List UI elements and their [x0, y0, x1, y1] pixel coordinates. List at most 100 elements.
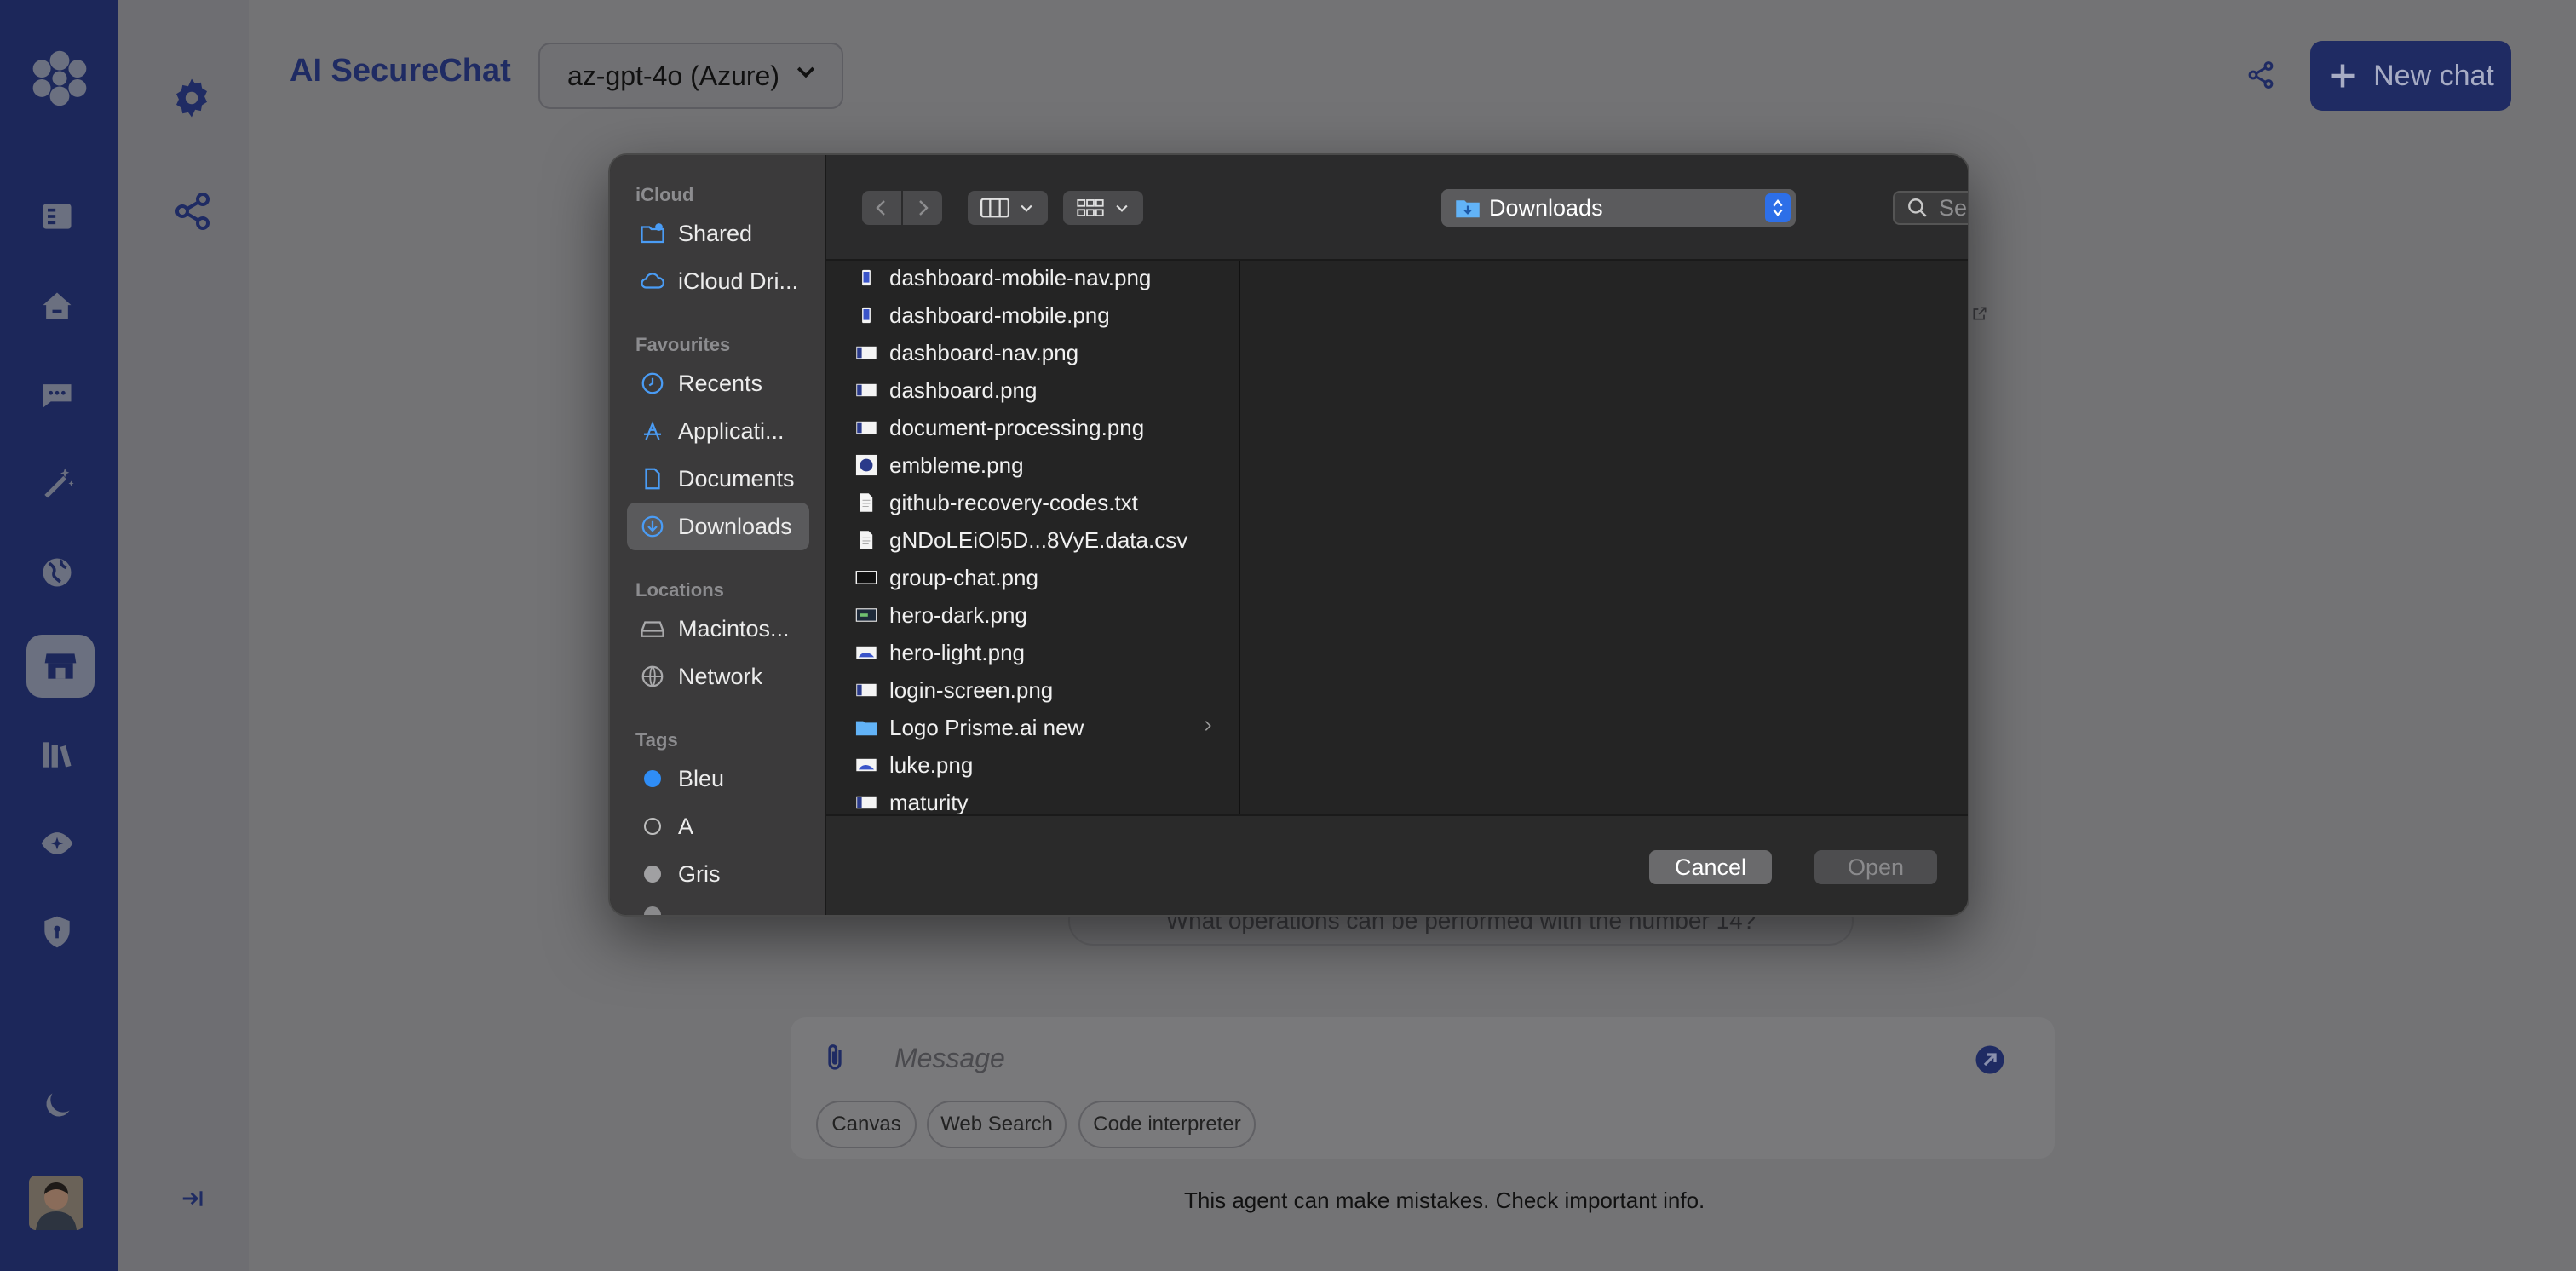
image-file-icon	[855, 266, 877, 290]
share-chat-icon[interactable]	[2245, 60, 2283, 97]
shield-icon[interactable]	[32, 906, 83, 958]
file-row[interactable]: group-chat.png	[826, 559, 1239, 596]
folder-row[interactable]: Logo Prisme.ai new	[826, 709, 1239, 746]
file-name: dashboard-nav.png	[889, 339, 1079, 365]
chevron-right-icon	[919, 200, 929, 216]
file-row[interactable]: hero-dark.png	[826, 596, 1239, 634]
image-file-icon	[855, 416, 877, 440]
collapse-icon[interactable]	[179, 1186, 206, 1211]
sidebar-item-recents[interactable]: Recents	[627, 359, 809, 407]
view-columns-button[interactable]	[968, 191, 1048, 225]
message-input[interactable]: Message	[894, 1043, 1005, 1074]
image-file-icon	[855, 641, 877, 664]
dialog-toolbar: Downloads Search	[826, 155, 1968, 261]
open-button[interactable]: Open	[1814, 850, 1937, 884]
cancel-button[interactable]: Cancel	[1649, 850, 1772, 884]
file-row[interactable]: hero-light.png	[826, 634, 1239, 671]
file-list: dashboard-mobile-nav.png dashboard-mobile…	[826, 261, 1240, 814]
chip-code-interpreter[interactable]: Code interpreter	[1078, 1101, 1256, 1148]
location-popup[interactable]: Downloads	[1441, 189, 1796, 227]
image-file-icon	[855, 453, 877, 477]
settings-icon[interactable]	[169, 75, 215, 121]
back-button[interactable]	[862, 191, 901, 225]
image-file-icon	[855, 378, 877, 402]
sidebar-item-label: Bleu	[678, 765, 725, 791]
sidebar-tag-a[interactable]: A	[627, 802, 809, 850]
send-icon[interactable]	[1975, 1044, 2005, 1075]
sidebar-item-macintosh[interactable]: Macintos...	[627, 605, 809, 653]
sidebar-tag-gris[interactable]: Gris	[627, 850, 809, 898]
store-icon[interactable]	[35, 641, 86, 692]
file-row[interactable]: dashboard-nav.png	[826, 334, 1239, 371]
file-row[interactable]: login-screen.png	[826, 671, 1239, 709]
sidebar-tag-partial[interactable]	[644, 900, 797, 915]
file-row[interactable]: maturity	[826, 784, 1239, 814]
search-icon	[1906, 197, 1929, 219]
sidebar-item-applications[interactable]: Applicati...	[627, 407, 809, 455]
new-chat-button[interactable]: New chat	[2310, 41, 2511, 111]
applications-icon	[637, 416, 668, 446]
sidebar-item-label: Downloads	[678, 513, 792, 539]
moon-icon[interactable]	[32, 1080, 83, 1131]
home-icon[interactable]	[32, 281, 83, 332]
file-row[interactable]: embleme.png	[826, 446, 1239, 484]
file-row[interactable]: document-processing.png	[826, 409, 1239, 446]
file-row[interactable]: gNDoLEiOl5D...8VyE.data.csv	[826, 521, 1239, 559]
image-file-icon	[855, 791, 877, 814]
model-selector[interactable]: az-gpt-4o (Azure)	[538, 43, 843, 109]
eye-icon[interactable]	[32, 818, 83, 869]
sidebar-tag-bleu[interactable]: Bleu	[627, 755, 809, 802]
external-link-icon[interactable]	[1971, 305, 1988, 322]
file-name: hero-light.png	[889, 639, 1025, 665]
sidebar-header-favourites: Favourites	[635, 334, 731, 355]
grid-view-icon	[1077, 199, 1104, 216]
secondary-sidebar	[118, 0, 249, 1271]
library-icon[interactable]	[32, 729, 83, 780]
file-row[interactable]: dashboard.png	[826, 371, 1239, 409]
sidebar-item-downloads[interactable]: Downloads	[627, 503, 809, 550]
file-name: dashboard.png	[889, 377, 1038, 403]
sidebar-item-network[interactable]: Network	[627, 653, 809, 700]
tag-dot-icon	[644, 818, 661, 835]
up-down-arrows-icon	[1765, 193, 1791, 222]
image-file-icon	[855, 753, 877, 777]
sidebar-item-icloud-drive[interactable]: iCloud Dri...	[627, 257, 809, 305]
chip-web-search[interactable]: Web Search	[927, 1101, 1067, 1148]
file-name: group-chat.png	[889, 564, 1038, 590]
image-file-icon	[855, 303, 877, 327]
magic-wand-icon[interactable]	[32, 458, 83, 509]
file-name: dashboard-mobile.png	[889, 302, 1110, 328]
search-field[interactable]: Search	[1893, 191, 1968, 225]
sidebar-icon[interactable]	[32, 191, 83, 242]
file-name: luke.png	[889, 751, 974, 778]
sidebar-item-shared[interactable]: Shared	[627, 210, 809, 257]
sidebar-item-label: Applicati...	[678, 417, 785, 444]
file-row[interactable]: dashboard-mobile.png	[826, 296, 1239, 334]
file-open-dialog: iCloud Shared iCloud Dri... Favourites R…	[608, 153, 1969, 917]
image-file-icon	[855, 678, 877, 702]
globe-icon[interactable]	[32, 547, 83, 598]
forward-button[interactable]	[903, 191, 942, 225]
share-icon[interactable]	[172, 189, 213, 233]
plus-icon	[2327, 60, 2358, 91]
clock-icon	[637, 368, 668, 399]
sidebar-item-label: Recents	[678, 370, 763, 396]
chip-canvas[interactable]: Canvas	[816, 1101, 917, 1148]
image-file-icon	[855, 603, 877, 627]
avatar[interactable]	[29, 1176, 83, 1230]
disclaimer-text: This agent can make mistakes. Check impo…	[1184, 1188, 1705, 1213]
text-file-icon	[855, 528, 877, 552]
logo-icon[interactable]	[26, 44, 94, 112]
group-options-button[interactable]	[1063, 191, 1143, 225]
file-row[interactable]: dashboard-mobile-nav.png	[826, 261, 1239, 296]
chat-icon[interactable]	[32, 370, 83, 421]
file-row[interactable]: github-recovery-codes.txt	[826, 484, 1239, 521]
file-row[interactable]: luke.png	[826, 746, 1239, 784]
tag-dot-icon	[644, 770, 661, 787]
sidebar-item-label: Macintos...	[678, 615, 790, 641]
chevron-left-icon	[876, 200, 885, 216]
file-name: hero-dark.png	[889, 601, 1027, 628]
attach-icon[interactable]	[819, 1041, 850, 1075]
tag-dot-icon	[644, 866, 661, 883]
sidebar-item-documents[interactable]: Documents	[627, 455, 809, 503]
